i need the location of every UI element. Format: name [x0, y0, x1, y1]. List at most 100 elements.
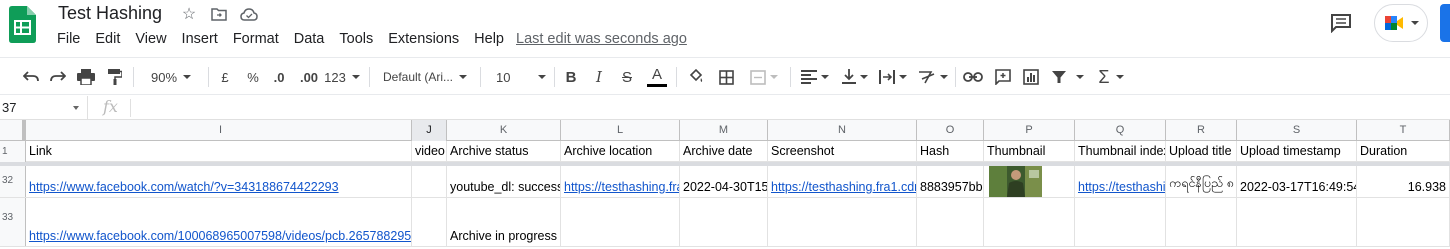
- column-header-M[interactable]: M: [680, 120, 768, 141]
- cell-upload-title[interactable]: [1166, 198, 1237, 246]
- cell-video[interactable]: [412, 198, 447, 246]
- meet-button[interactable]: [1374, 4, 1428, 42]
- cell-link[interactable]: https://www.facebook.com/100068965007598…: [26, 198, 412, 246]
- column-header-I[interactable]: I: [30, 120, 412, 141]
- formula-input[interactable]: [136, 96, 1436, 120]
- insert-chart-icon[interactable]: [1020, 58, 1042, 96]
- cell-link[interactable]: https://www.facebook.com/watch/?v=343188…: [26, 166, 412, 197]
- vertical-align-icon[interactable]: [838, 58, 872, 96]
- bold-icon[interactable]: B: [562, 58, 580, 96]
- cell-thumbnail-index[interactable]: https://testhashin: [1075, 166, 1166, 197]
- thumbnail-index-link[interactable]: https://testhashin: [1078, 180, 1165, 194]
- column-header-K[interactable]: K: [447, 120, 561, 141]
- column-header-Q[interactable]: Q: [1075, 120, 1166, 141]
- cell-thumbnail[interactable]: [984, 198, 1075, 246]
- column-header-L[interactable]: L: [561, 120, 680, 141]
- functions-icon[interactable]: Σ: [1095, 58, 1127, 96]
- more-formats-select[interactable]: 123: [324, 58, 360, 96]
- undo-icon[interactable]: [20, 58, 42, 96]
- header-cell-archive-location[interactable]: Archive location: [561, 141, 680, 161]
- header-cell-duration[interactable]: Duration: [1357, 141, 1450, 161]
- currency-format-button[interactable]: £: [216, 58, 234, 96]
- last-edit-link[interactable]: Last edit was seconds ago: [516, 31, 687, 47]
- print-icon[interactable]: [75, 58, 97, 96]
- cell-archive-status[interactable]: youtube_dl: success: [447, 166, 561, 197]
- insert-link-icon[interactable]: [962, 58, 984, 96]
- header-cell-archive-date[interactable]: Archive date: [680, 141, 768, 161]
- insert-comment-icon[interactable]: [992, 58, 1014, 96]
- strikethrough-icon[interactable]: S: [618, 58, 636, 96]
- cell-thumbnail[interactable]: [984, 166, 1075, 197]
- increase-decimal-button[interactable]: .00: [296, 58, 322, 96]
- cell-duration[interactable]: 16.938: [1357, 166, 1450, 197]
- link-text[interactable]: https://www.facebook.com/watch/?v=343188…: [29, 180, 339, 194]
- star-icon[interactable]: ☆: [180, 5, 198, 23]
- document-title[interactable]: Test Hashing: [58, 3, 162, 24]
- menu-file[interactable]: File: [57, 31, 80, 47]
- menu-insert[interactable]: Insert: [182, 31, 218, 47]
- percent-format-button[interactable]: %: [244, 58, 262, 96]
- cell-duration[interactable]: [1357, 198, 1450, 246]
- comment-history-icon[interactable]: [1330, 13, 1352, 33]
- column-header-N[interactable]: N: [768, 120, 917, 141]
- row-header[interactable]: 32: [0, 166, 26, 197]
- horizontal-align-icon[interactable]: [798, 58, 832, 96]
- cell-upload-timestamp[interactable]: [1237, 198, 1357, 246]
- cell-archive-date[interactable]: [680, 198, 768, 246]
- menu-format[interactable]: Format: [233, 31, 279, 47]
- row-header[interactable]: 33: [0, 198, 26, 246]
- name-box[interactable]: 37: [0, 96, 88, 120]
- cloud-status-icon[interactable]: [240, 5, 258, 23]
- share-button[interactable]: [1440, 4, 1450, 42]
- cell-archive-date[interactable]: 2022-04-30T15:: [680, 166, 768, 197]
- filter-icon[interactable]: [1048, 58, 1088, 96]
- header-cell-screenshot[interactable]: Screenshot: [768, 141, 917, 161]
- text-wrapping-icon[interactable]: [876, 58, 910, 96]
- cell-thumbnail-index[interactable]: [1075, 198, 1166, 246]
- cell-archive-location[interactable]: [561, 198, 680, 246]
- archive-location-link[interactable]: https://testhashing.fra1.: [564, 180, 679, 194]
- italic-icon[interactable]: I: [590, 58, 608, 96]
- menu-help[interactable]: Help: [474, 31, 504, 47]
- borders-icon[interactable]: [716, 58, 736, 96]
- zoom-select[interactable]: 90%: [140, 58, 202, 96]
- redo-icon[interactable]: [47, 58, 69, 96]
- header-cell-thumbnail[interactable]: Thumbnail: [984, 141, 1075, 161]
- row-header[interactable]: 1: [0, 141, 26, 162]
- cell-upload-title[interactable]: ကရင်နီပြည် ၈: [1166, 166, 1237, 197]
- cell-video[interactable]: [412, 166, 447, 197]
- menu-view[interactable]: View: [135, 31, 166, 47]
- link-text[interactable]: https://www.facebook.com/100068965007598…: [29, 229, 411, 243]
- header-cell-archive-status[interactable]: Archive status: [447, 141, 561, 161]
- header-cell-thumbnail-index[interactable]: Thumbnail index: [1075, 141, 1166, 161]
- column-header-S[interactable]: S: [1237, 120, 1357, 141]
- font-family-select[interactable]: Default (Ari...: [378, 58, 472, 96]
- column-header-J[interactable]: J: [412, 120, 447, 141]
- fill-color-icon[interactable]: [686, 58, 706, 96]
- column-header-P[interactable]: P: [984, 120, 1075, 141]
- decrease-decimal-button[interactable]: .0: [268, 58, 290, 96]
- column-header-R[interactable]: R: [1166, 120, 1237, 141]
- paint-format-icon[interactable]: [104, 58, 126, 96]
- menu-tools[interactable]: Tools: [339, 31, 373, 47]
- cell-screenshot[interactable]: https://testhashing.fra1.cdn: [768, 166, 917, 197]
- header-cell-video[interactable]: video: [412, 141, 447, 161]
- header-cell-hash[interactable]: Hash: [917, 141, 984, 161]
- cell-upload-timestamp[interactable]: 2022-03-17T16:49:54: [1237, 166, 1357, 197]
- cell-screenshot[interactable]: [768, 198, 917, 246]
- merge-cells-icon[interactable]: [746, 58, 782, 96]
- cell-archive-location[interactable]: https://testhashing.fra1.: [561, 166, 680, 197]
- column-header-O[interactable]: O: [917, 120, 984, 141]
- header-cell-upload-title[interactable]: Upload title: [1166, 141, 1237, 161]
- cell-hash[interactable]: 8883957bba: [917, 166, 984, 197]
- header-cell-upload-timestamp[interactable]: Upload timestamp: [1237, 141, 1357, 161]
- menu-data[interactable]: Data: [294, 31, 325, 47]
- header-cell-link[interactable]: Link: [26, 141, 412, 161]
- menu-edit[interactable]: Edit: [95, 31, 120, 47]
- font-size-select[interactable]: 10: [488, 58, 548, 96]
- text-rotation-icon[interactable]: [916, 58, 950, 96]
- text-color-icon[interactable]: A: [646, 58, 668, 96]
- screenshot-link[interactable]: https://testhashing.fra1.cdn: [771, 180, 916, 194]
- select-all-corner[interactable]: [0, 120, 26, 141]
- menu-extensions[interactable]: Extensions: [388, 31, 459, 47]
